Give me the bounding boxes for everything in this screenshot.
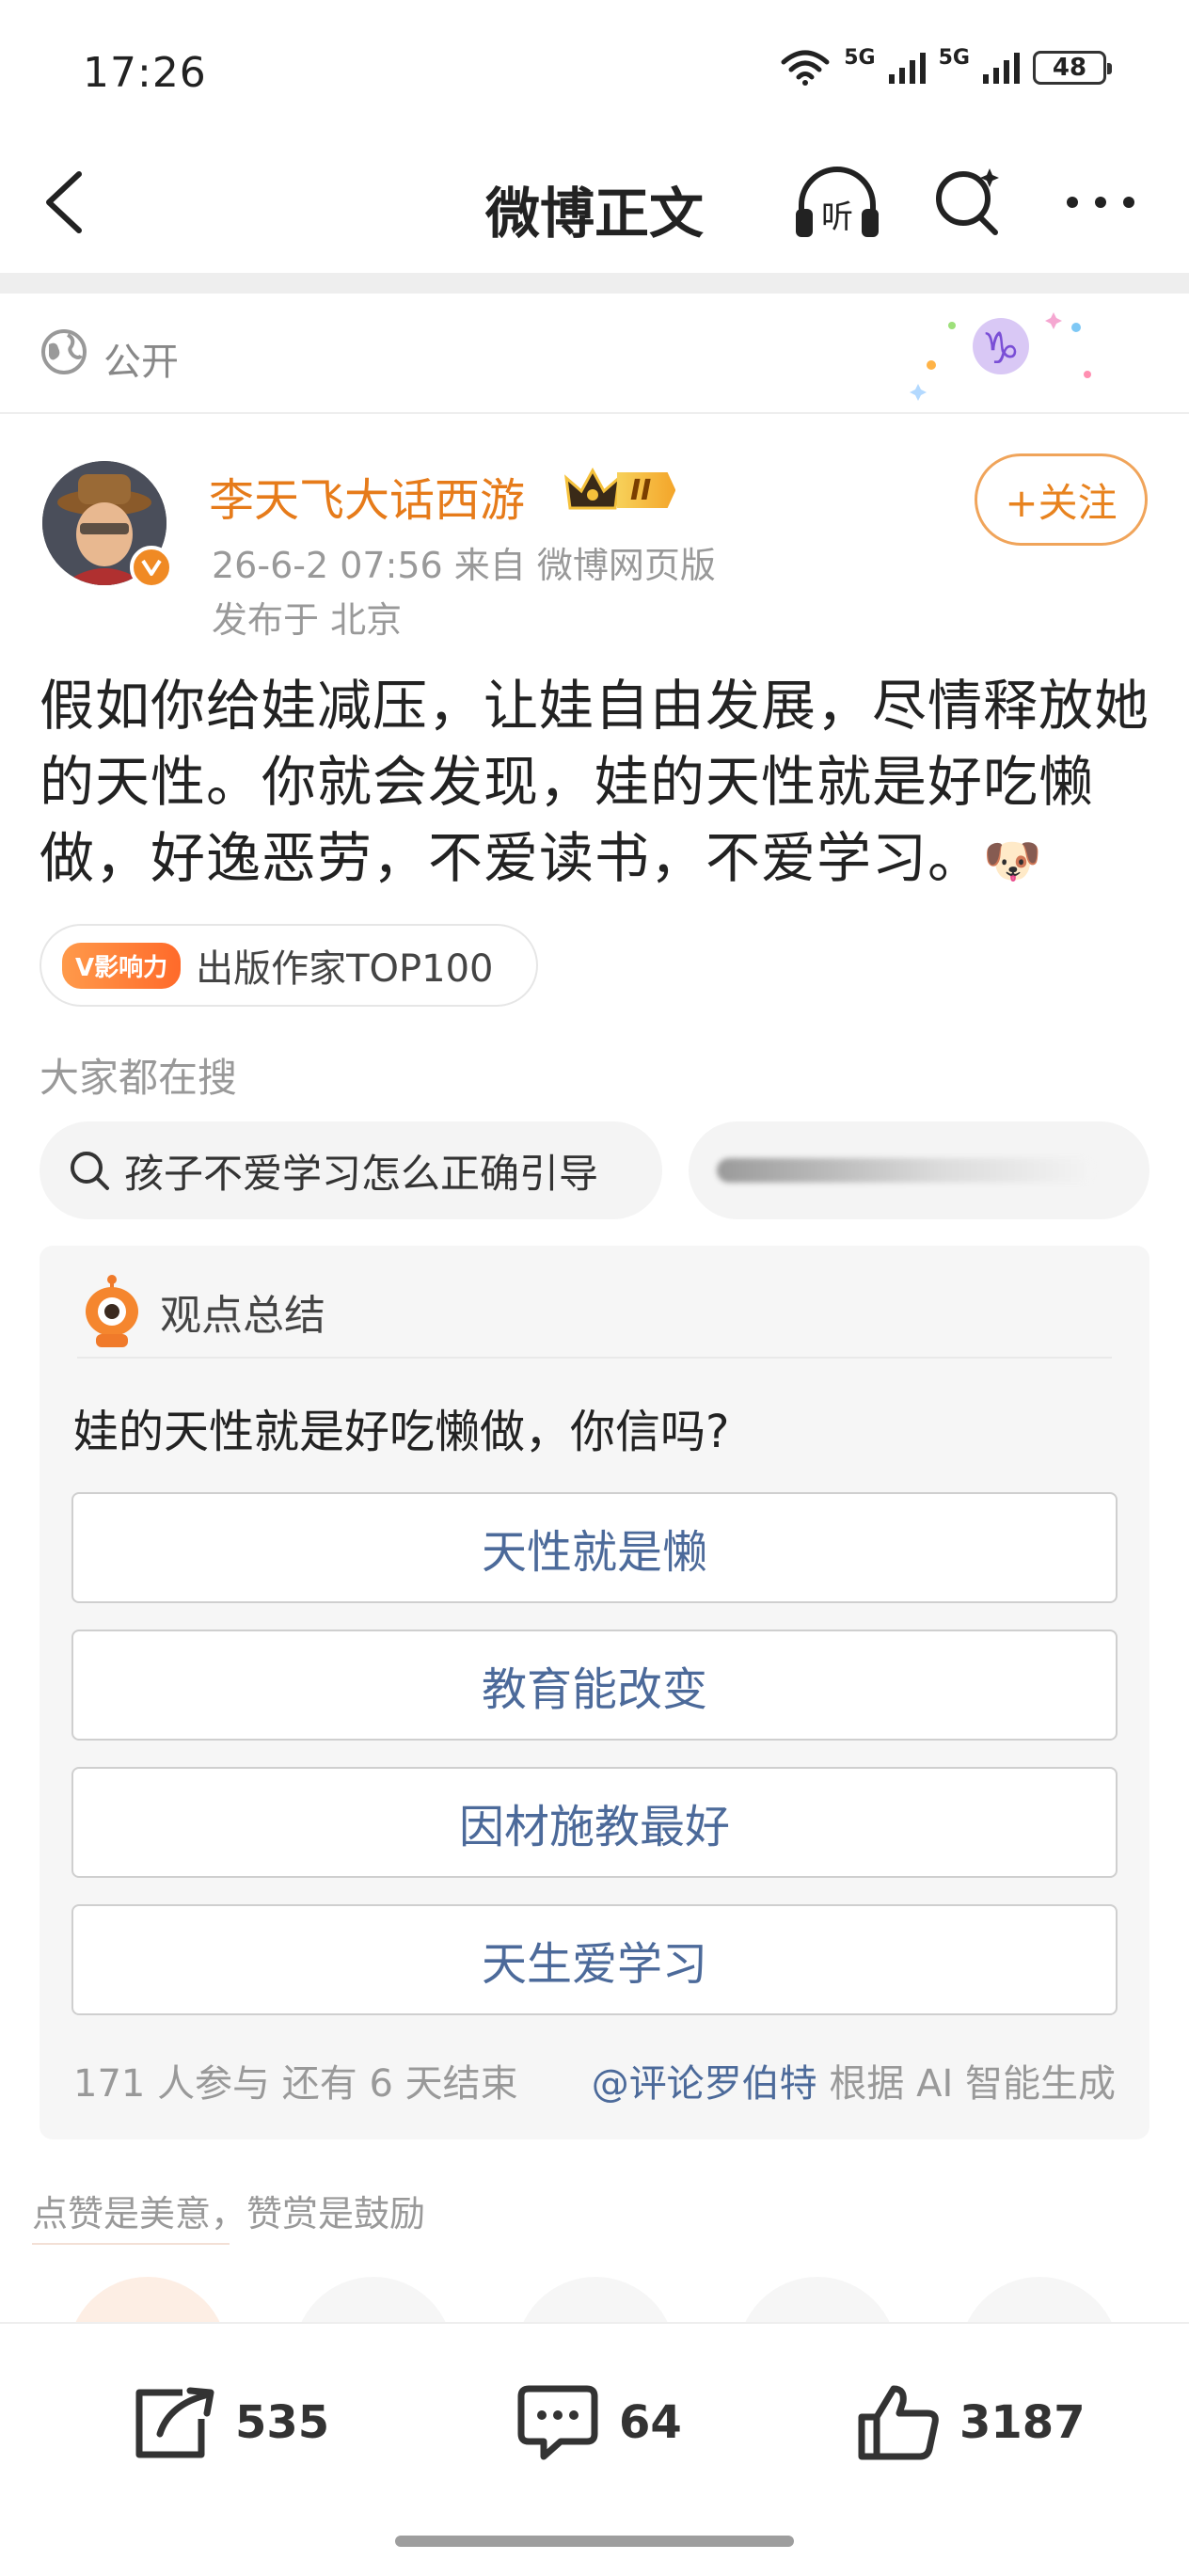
poll-question: 娃的天性就是好吃懒做，你信吗? bbox=[73, 1406, 730, 1458]
chevron-left-icon bbox=[46, 171, 82, 233]
status-time: 17:26 bbox=[83, 49, 207, 97]
loading-placeholder bbox=[717, 1158, 1093, 1183]
poll-option[interactable]: 因材施教最好 bbox=[71, 1767, 1118, 1878]
like-button[interactable]: 3187 bbox=[856, 2380, 1086, 2465]
follow-button[interactable]: +关注 bbox=[975, 453, 1148, 546]
search-icon bbox=[71, 1152, 109, 1190]
poll-option[interactable]: 教育能改变 bbox=[71, 1630, 1118, 1741]
thumbs-up-icon bbox=[858, 2385, 939, 2460]
network-label-2: 5G bbox=[938, 46, 970, 70]
comment-button[interactable]: 64 bbox=[515, 2380, 682, 2465]
battery-icon: 48 bbox=[1033, 51, 1112, 85]
ai-note-text: 根据 AI 智能生成 bbox=[816, 2062, 1116, 2106]
search-button[interactable] bbox=[922, 160, 1016, 245]
comment-icon bbox=[517, 2385, 598, 2460]
vip-level-badge: II bbox=[564, 467, 676, 514]
ai-source-note: @评论罗伯特 根据 AI 智能生成 bbox=[592, 2053, 1116, 2107]
network-label-1: 5G bbox=[844, 46, 876, 70]
card-title: 观点总结 bbox=[160, 1292, 325, 1340]
influence-label: 出版作家TOP100 bbox=[196, 947, 494, 991]
author-name-text[interactable]: 李天飞大话西游 bbox=[209, 474, 525, 527]
search-chip-loading[interactable] bbox=[689, 1121, 1149, 1219]
wifi-icon bbox=[781, 50, 830, 86]
mention-link[interactable]: @评论罗伯特 bbox=[592, 2062, 817, 2106]
vip-level-text: II bbox=[630, 473, 652, 507]
signal-icon bbox=[983, 52, 1020, 84]
influence-tag[interactable]: V影响力 出版作家TOP100 bbox=[40, 924, 538, 1007]
zodiac-capricorn-icon: ♑ bbox=[910, 312, 1091, 401]
globe-icon bbox=[41, 329, 87, 374]
comment-count: 64 bbox=[619, 2396, 682, 2449]
back-button[interactable] bbox=[38, 165, 94, 240]
emoji-icon: 🐶 bbox=[983, 834, 1043, 888]
trending-search-title: 大家都在搜 bbox=[40, 1055, 238, 1101]
home-indicator[interactable] bbox=[395, 2536, 794, 2547]
more-button[interactable] bbox=[1054, 160, 1148, 245]
author-name[interactable]: 李天飞大话西游 bbox=[209, 463, 525, 529]
post-text: 假如你给娃减压，让娃自由发展，尽情释放她的天性。你就会发现，娃的天性就是好吃懒做… bbox=[40, 668, 1159, 899]
svg-text:♑: ♑ bbox=[981, 323, 1020, 374]
post-meta: 26-6-2 07:56 来自 微博网页版 bbox=[212, 545, 716, 586]
influence-badge: V影响力 bbox=[62, 942, 182, 989]
robot-mascot-icon bbox=[86, 1275, 138, 1347]
listen-button[interactable]: 听 bbox=[790, 160, 884, 245]
search-chip-label: 孩子不爱学习怎么正确引导 bbox=[124, 1150, 599, 1197]
section-divider bbox=[0, 273, 1189, 294]
search-icon bbox=[936, 168, 999, 235]
reward-underline bbox=[32, 2243, 230, 2245]
listen-label: 听 bbox=[821, 199, 853, 236]
like-count: 3187 bbox=[959, 2396, 1086, 2449]
search-chip[interactable]: 孩子不爱学习怎么正确引导 bbox=[40, 1121, 662, 1219]
status-indicators: 5G 5G 48 bbox=[780, 46, 1112, 87]
opinion-summary-card: 观点总结 娃的天性就是好吃懒做，你信吗? 天性就是懒 教育能改变 因材施教最好 … bbox=[40, 1246, 1149, 2139]
headphones-icon: 听 bbox=[796, 167, 879, 237]
visibility-label: 公开 bbox=[103, 341, 179, 384]
visibility-row: 公开 ♑ bbox=[0, 294, 1189, 414]
bottom-action-bar: 535 64 3187 bbox=[0, 2322, 1189, 2576]
share-icon bbox=[135, 2387, 214, 2458]
reward-text: 点赞是美意，赞赏是鼓励 bbox=[32, 2193, 426, 2234]
poll-participants: 171 人参与 还有 6 天结束 bbox=[73, 2062, 518, 2106]
poll-option[interactable]: 天性就是懒 bbox=[71, 1492, 1118, 1603]
post-location: 发布于 北京 bbox=[212, 599, 403, 641]
repost-count: 535 bbox=[235, 2396, 330, 2449]
repost-button[interactable]: 535 bbox=[132, 2380, 329, 2465]
crown-icon bbox=[564, 467, 621, 510]
more-dots-icon bbox=[1067, 197, 1134, 208]
poll-option[interactable]: 天生爱学习 bbox=[71, 1904, 1118, 2015]
signal-icon bbox=[888, 52, 926, 84]
verified-badge-icon bbox=[130, 546, 173, 589]
